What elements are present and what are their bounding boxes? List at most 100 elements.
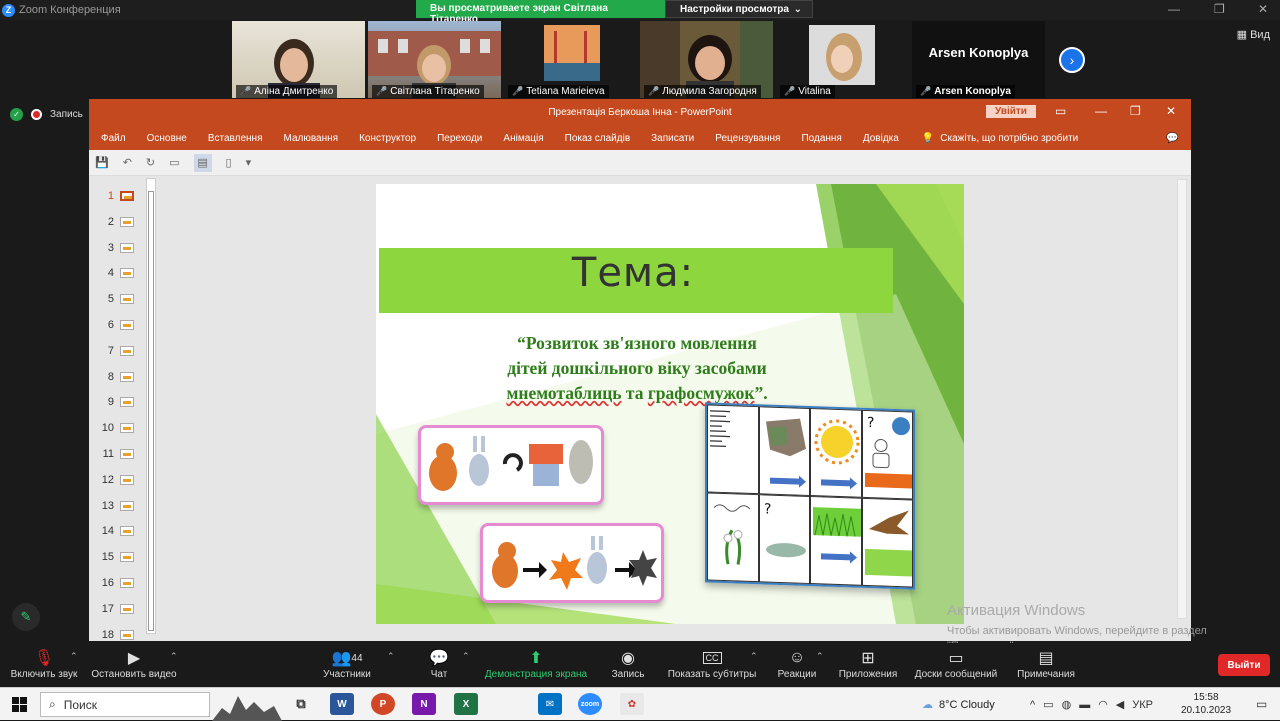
apps-button[interactable]: ⊞ Приложения [836,647,900,680]
view-settings-button[interactable]: Настройки просмотра ⌄ [665,0,813,18]
minimize-icon[interactable]: — [1168,2,1180,16]
tab-design[interactable]: Конструктор [359,133,416,144]
chevron-up-icon[interactable]: ⌃ [462,651,470,662]
reactions-button[interactable]: ☺ Реакции [776,647,818,680]
chevron-up-icon[interactable]: ⌃ [70,651,78,662]
chevron-up-icon[interactable]: ⌃ [387,651,395,662]
tab-transitions[interactable]: Переходи [437,133,482,144]
slide-thumbnail[interactable]: 14 [89,521,134,541]
sign-in-button[interactable]: Увійти [986,105,1036,118]
slide-canvas[interactable]: Тема: “Розвиток зв'язного мовлення дітей… [376,184,964,624]
language-indicator[interactable]: УКР [1132,699,1153,711]
new-file-icon[interactable]: ▯ [226,156,232,169]
share-screen-button[interactable]: ⬆ Демонстрация экрана [482,647,590,680]
slide-thumbnail[interactable]: 4 [89,263,134,283]
task-view-icon[interactable]: ⧉ [289,693,313,715]
maximize-icon[interactable]: ❐ [1214,2,1225,16]
slide-thumbnail[interactable]: 13 [89,496,134,516]
notes-button[interactable]: ▤ Примечания [1014,647,1078,680]
leave-button[interactable]: Выйти [1218,654,1270,676]
zoom-app-icon[interactable]: zoom [578,693,602,715]
customize-qat-icon[interactable]: ▾ [246,156,252,169]
monitor-icon[interactable]: ▭ [1043,698,1053,711]
tab-draw[interactable]: Малювання [284,133,339,144]
maximize-icon[interactable]: ❐ [1130,104,1141,118]
slide-thumbnail[interactable]: 9 [89,392,134,412]
chevron-up-icon[interactable]: ⌃ [170,651,178,662]
wifi-icon[interactable]: ◠ [1098,698,1108,711]
start-from-beginning-icon[interactable]: ▭ [169,156,179,169]
slide-layout-icon[interactable]: ▤ [193,153,212,172]
participant-video[interactable]: Arsen Konoplya 🎤 Arsen Konoplya [912,21,1045,98]
tab-animations[interactable]: Анімація [503,133,543,144]
redo-icon[interactable]: ↻ [146,156,155,169]
thumbnails-scrollbar[interactable] [146,178,156,634]
record-button[interactable]: ◉ Запись [606,647,650,680]
tab-view[interactable]: Подання [801,133,841,144]
captions-button[interactable]: CC Показать субтитры [666,647,758,680]
chevron-up-icon[interactable]: ^ [1030,699,1035,711]
slide-thumbnail[interactable]: 6 [89,315,134,335]
ribbon-display-icon[interactable]: ▭ [1055,104,1066,118]
slide-thumbnail[interactable]: 1 [89,186,134,206]
participant-video[interactable]: 🎤 Tetiana Marieieva [504,21,637,98]
windows-start-icon[interactable] [12,697,27,712]
participants-button[interactable]: 👥 44 Участники [318,647,376,680]
battery-icon[interactable]: ▬ [1079,699,1090,711]
excel-icon[interactable]: X [454,693,478,715]
scrollbar-thumb[interactable] [148,191,154,631]
chevron-up-icon[interactable]: ⌃ [816,651,824,662]
slide-thumbnail[interactable]: 18 [89,625,134,641]
slide-scrollbar[interactable] [1177,179,1187,619]
whiteboards-button[interactable]: ▭ Доски сообщений [910,647,1002,680]
weather-widget[interactable]: ☁ 8°C Cloudy [922,688,995,721]
taskbar-clock[interactable]: 15:58 20.10.2023 [1181,691,1231,717]
close-icon[interactable]: ✕ [1166,104,1176,118]
shield-icon[interactable]: ✓ [10,108,23,121]
save-icon[interactable]: 💾 [95,156,109,169]
chevron-up-icon[interactable]: ⌃ [750,651,758,662]
mail-icon[interactable]: ✉ [538,693,562,715]
undo-icon[interactable]: ↶ [123,156,132,169]
comments-icon[interactable]: 💬 [1166,133,1178,144]
slide-thumbnail[interactable]: 2 [89,212,134,232]
slide-thumbnail[interactable]: 3 [89,238,134,258]
word-icon[interactable]: W [330,693,354,715]
tab-review[interactable]: Рецензування [715,133,780,144]
tab-home[interactable]: Основне [147,133,187,144]
slide-thumbnail[interactable]: 16 [89,573,134,593]
slide-thumbnail[interactable]: 15 [89,547,134,567]
close-icon[interactable]: ✕ [1258,2,1268,16]
volume-icon[interactable]: ◀ [1116,698,1124,711]
tell-me-search[interactable]: 💡 Скажіть, що потрібно зробити [922,133,1078,144]
slide-thumbnail[interactable]: 7 [89,341,134,361]
tab-file[interactable]: Файл [101,133,126,144]
view-button[interactable]: ▦ Вид [1237,28,1270,41]
slide-thumbnail[interactable]: 10 [89,418,134,438]
slide-thumbnail[interactable]: 12 [89,470,134,490]
participant-video[interactable]: 🎤 Vitalina [776,21,909,98]
taskbar-search[interactable]: ⌕ Поиск [40,692,210,717]
tab-insert[interactable]: Вставлення [208,133,263,144]
powerpoint-icon[interactable]: P [371,693,395,715]
notifications-icon[interactable]: ▭ [1256,697,1267,711]
paint-app-icon[interactable]: ✿ [620,693,644,715]
chat-button[interactable]: 💬 Чат [422,647,456,680]
participant-video[interactable]: 🎤 Світлана Тітаренко [368,21,501,98]
slide-thumbnail[interactable]: 11 [89,444,134,464]
onenote-icon[interactable]: N [412,693,436,715]
slide-thumbnail[interactable]: 5 [89,289,134,309]
participant-video[interactable]: 🎤 Аліна Дмитренко [232,21,365,98]
stop-video-button[interactable]: ▶ Остановить видео [90,647,178,680]
camera-icon[interactable]: ◍ [1062,698,1072,711]
slide-thumbnail[interactable]: 17 [89,599,134,619]
participant-video[interactable]: 🎤 Людмила Загородня [640,21,773,98]
minimize-icon[interactable]: — [1095,104,1107,118]
tab-help[interactable]: Довідка [863,133,899,144]
annotate-pen-button[interactable]: ✎ [12,603,40,631]
next-page-button[interactable]: › [1059,47,1085,73]
tab-record[interactable]: Записати [651,133,694,144]
tab-slideshow[interactable]: Показ слайдів [565,133,631,144]
slide-thumbnail[interactable]: 8 [89,367,134,387]
chevron-down-icon: ⌄ [793,4,802,15]
